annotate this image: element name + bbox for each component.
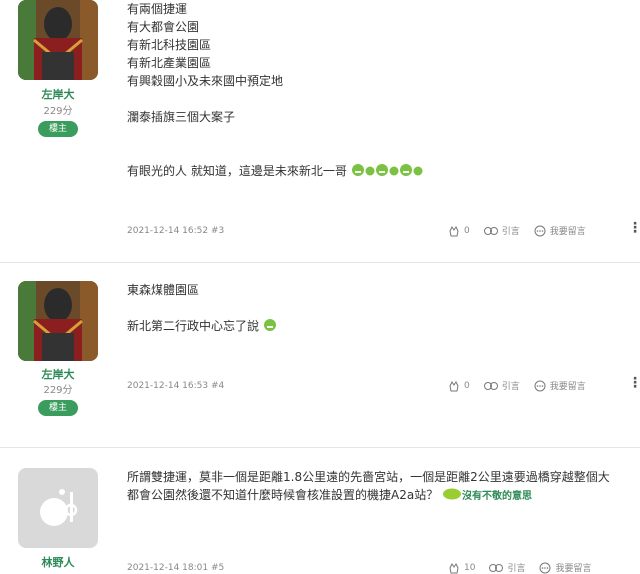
grin-emoji-icon: [399, 162, 413, 181]
post-body: 有兩個捷運 有大都會公園 有新北科技園區 有新北產業園區 有興穀國小及未來國中預…: [127, 0, 637, 181]
post-body: 東森煤體園區 新北第二行政中心忘了說: [127, 281, 637, 336]
post-actions: 0 引言 我要留言: [448, 224, 600, 237]
quote-icon: [483, 226, 498, 235]
annotation: 沒有不敬的意思: [462, 491, 533, 502]
reply-button[interactable]: 我要留言: [534, 379, 586, 392]
quote-label: 引言: [507, 564, 526, 574]
post-4: 左岸大 229分 樓主 東森煤體園區 新北第二行政中心忘了說 2021-12-1…: [0, 281, 640, 447]
reply-label: 我要留言: [549, 382, 586, 392]
reply-label: 我要留言: [549, 227, 586, 237]
like-count: 10: [464, 562, 476, 573]
post-line: 瀾泰插旗三個大案子: [127, 110, 236, 124]
username[interactable]: 左岸大: [18, 366, 98, 382]
comment-icon: [534, 225, 546, 236]
post-line: 所謂雙捷運，莫非一個是距離1.8公里遠的先嗇宮站，一個是距離2公里遠要過橋穿越整…: [127, 470, 610, 484]
post-body: 所謂雙捷運，莫非一個是距離1.8公里遠的先嗇宮站，一個是距離2公里遠要過橋穿越整…: [127, 468, 637, 506]
op-badge: 樓主: [38, 121, 78, 137]
quote-button[interactable]: 引言: [483, 224, 520, 237]
post-meta: 2021-12-14 16:53 #4: [127, 381, 225, 391]
grin-emoji-icon: [389, 163, 399, 181]
more-icon[interactable]: ⋮: [628, 220, 640, 236]
post-5: 林野人 所謂雙捷運，莫非一個是距離1.8公里遠的先嗇宮站，一個是距離2公里遠要過…: [0, 468, 640, 574]
clap-icon: [449, 225, 459, 236]
user-points: 229分: [43, 106, 73, 117]
post-line: 有新北產業園區: [127, 56, 212, 70]
post-actions: 0 引言 我要留言: [448, 379, 600, 392]
like-button[interactable]: 0: [448, 225, 470, 237]
clap-icon: [449, 562, 459, 573]
clap-icon: [449, 380, 459, 391]
comment-icon: [539, 562, 551, 573]
more-icon[interactable]: ⋮: [628, 375, 640, 391]
quote-icon: [483, 381, 498, 390]
grin-emoji-icon: [375, 162, 389, 181]
comment-icon: [534, 380, 546, 391]
grin-emoji-icon: [365, 163, 375, 181]
post-line: 有兩個捷運: [127, 2, 188, 16]
post-line: 都會公園然後還不知道什麼時候會核准設置的機捷A2a站？ 沒有不敬的意思: [127, 486, 637, 506]
op-badge: 樓主: [38, 400, 78, 416]
username[interactable]: 林野人: [18, 554, 98, 570]
quote-button[interactable]: 引言: [483, 379, 520, 392]
post-line: 有大都會公園: [127, 20, 200, 34]
post-meta: 2021-12-14 16:52 #3: [127, 226, 225, 236]
post-line: 有新北科技園區: [127, 38, 212, 52]
post-line: 新北第二行政中心忘了說: [127, 317, 637, 336]
like-button[interactable]: 0: [448, 380, 470, 392]
post-meta: 2021-12-14 18:01 #5: [127, 563, 225, 573]
like-button[interactable]: 10: [448, 562, 475, 574]
default-avatar-icon: [40, 489, 78, 526]
reply-label: 我要留言: [555, 564, 592, 574]
divider: [0, 262, 640, 263]
grin-emoji-icon: [413, 163, 423, 181]
quote-label: 引言: [501, 227, 520, 237]
grin-emoji-icon: [351, 162, 365, 181]
post-line: 有眼光的人 就知道，這邊是未來新北一哥: [127, 162, 637, 181]
post-line: 有興穀國小及未來國中預定地: [127, 74, 284, 88]
reply-button[interactable]: 我要留言: [534, 224, 586, 237]
reply-button[interactable]: 我要留言: [539, 561, 591, 574]
grin-emoji-icon: [263, 317, 277, 336]
quote-label: 引言: [501, 382, 520, 392]
username[interactable]: 左岸大: [18, 86, 98, 102]
post-3: 左岸大 229分 樓主 有兩個捷運 有大都會公園 有新北科技園區 有新北產業園區…: [0, 0, 640, 262]
avatar[interactable]: [18, 468, 98, 548]
like-count: 0: [464, 225, 470, 236]
quote-button[interactable]: 引言: [489, 561, 525, 574]
user-points: 229分: [43, 385, 73, 396]
avatar[interactable]: [18, 281, 98, 361]
like-count: 0: [464, 380, 470, 391]
divider: [0, 447, 640, 448]
quote-icon: [489, 563, 504, 572]
grin-emoji-icon: [442, 486, 462, 505]
post-line: 東森煤體園區: [127, 283, 200, 297]
post-actions: 10 引言 我要留言: [448, 561, 605, 574]
avatar[interactable]: [18, 0, 98, 80]
